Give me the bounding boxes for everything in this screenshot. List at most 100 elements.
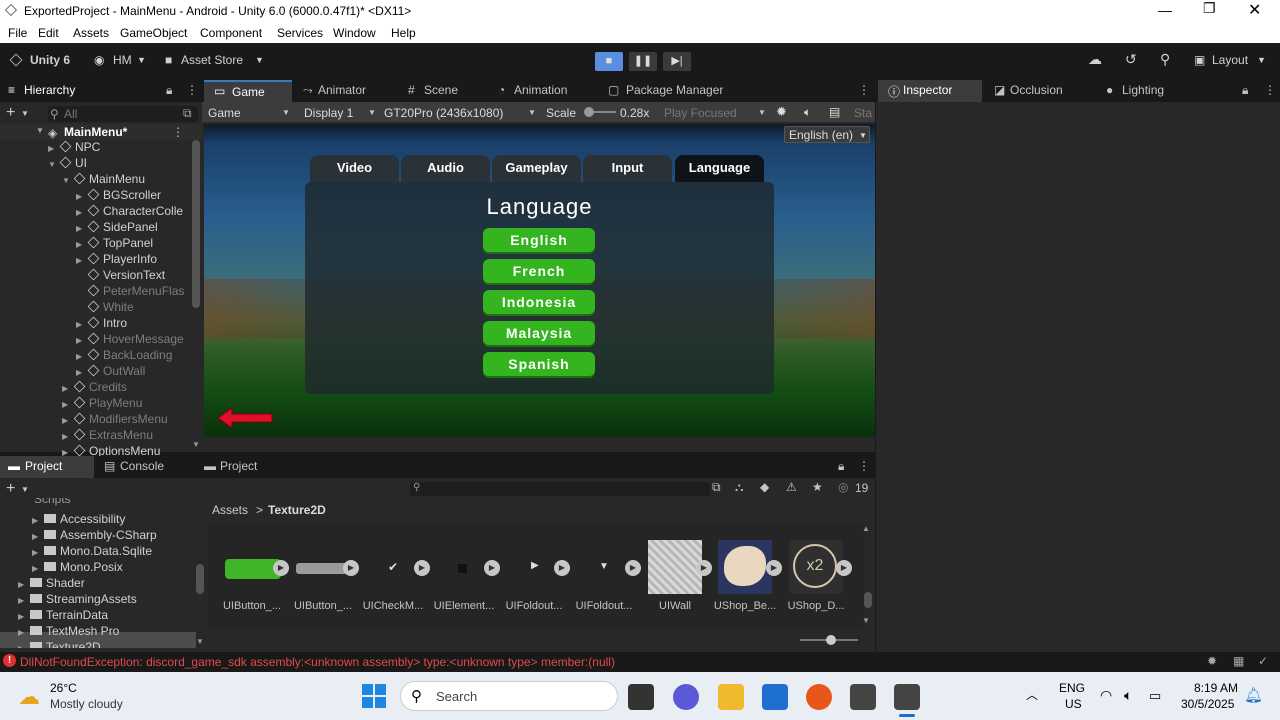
asset-scrollbar[interactable] [864, 592, 872, 608]
hierarchy-scrollbar[interactable] [192, 140, 200, 308]
tab-inspector[interactable]: ⓘ Inspector [878, 80, 982, 102]
add-icon[interactable]: + [6, 104, 15, 122]
pause-button[interactable]: ❚❚ [629, 52, 657, 71]
project-tree-row[interactable]: ▶ Texture2D [18, 640, 101, 648]
cloud-icon[interactable]: ☁ [1088, 51, 1102, 68]
hierarchy-row[interactable]: VersionText [76, 268, 165, 284]
tree-scrollbar[interactable] [196, 564, 204, 594]
clock-time[interactable]: 8:19 AM [1194, 681, 1238, 695]
tab-gameplay[interactable]: Gameplay [492, 155, 581, 182]
file-explorer-icon[interactable] [718, 684, 744, 710]
hierarchy-row[interactable]: ▶ HoverMessage [76, 332, 184, 348]
lock-icon[interactable]: 🔒︎ [838, 459, 844, 474]
expand-closed-icon[interactable]: ▶ [18, 596, 30, 605]
project-tree-row[interactable]: ▶ TerrainData [18, 608, 108, 624]
hierarchy-row[interactable]: ▶ NPC [48, 140, 100, 156]
expand-closed-icon[interactable]: ▶ [76, 256, 88, 265]
layout-dropdown[interactable]: Layout [1212, 53, 1248, 67]
chevron-down-icon[interactable]: ▼ [21, 109, 29, 118]
tab-language[interactable]: Language [675, 155, 764, 182]
zoom-slider-handle[interactable] [826, 635, 836, 645]
menu-window[interactable]: Window [333, 26, 376, 40]
expand-closed-icon[interactable]: ▶ [76, 224, 88, 233]
project-tree-row[interactable]: ▶ Accessibility [32, 512, 125, 528]
expand-closed-icon[interactable]: ▶ [76, 368, 88, 377]
tab-game[interactable]: ▭ Game [204, 80, 292, 102]
french-button[interactable]: French [483, 259, 595, 283]
tab-console[interactable]: Console [120, 459, 164, 473]
lang-secondary[interactable]: US [1065, 697, 1082, 711]
english-button[interactable]: English [483, 228, 595, 252]
hierarchy-row[interactable]: ▼ MainMenu [62, 172, 145, 188]
history-icon[interactable]: ↺ [1125, 51, 1137, 68]
tab-video[interactable]: Video [310, 155, 399, 182]
firefox-icon[interactable] [806, 684, 832, 710]
tab-animation[interactable]: Animation [514, 83, 567, 97]
start-icon[interactable] [362, 684, 386, 708]
tab-project[interactable]: ▬ Project [0, 456, 94, 478]
malaysia-button[interactable]: Malaysia [483, 321, 595, 345]
search-options-icon[interactable]: ⧉ [712, 480, 721, 495]
hierarchy-row[interactable]: ▶ SidePanel [76, 220, 158, 236]
search-icon[interactable]: ⚲ [1160, 51, 1170, 68]
expand-closed-icon[interactable]: ▶ [62, 416, 74, 425]
hierarchy-row[interactable]: ▶ ModifiersMenu [62, 412, 168, 428]
expand-arrow-icon[interactable]: ▼ [36, 126, 44, 135]
taskbar-search[interactable]: ⚲ Search [400, 681, 618, 711]
expand-closed-icon[interactable]: ▶ [18, 644, 30, 648]
hierarchy-row[interactable]: ▶ BGScroller [76, 188, 161, 204]
stats-button[interactable]: Sta [854, 106, 872, 120]
tab-project-2[interactable]: Project [220, 459, 257, 473]
project-tree-row[interactable]: ▶ Mono.Posix [32, 560, 123, 576]
lang-primary[interactable]: ENG [1059, 681, 1085, 695]
expand-closed-icon[interactable]: ▶ [32, 548, 44, 557]
more-icon[interactable]: ⋮ [1264, 83, 1276, 97]
project-tree-row[interactable]: ▶ Mono.Data.Sqlite [32, 544, 152, 560]
indonesia-button[interactable]: Indonesia [483, 290, 595, 314]
expand-closed-icon[interactable]: ▶ [76, 208, 88, 217]
expand-open-icon[interactable]: ▼ [48, 160, 60, 169]
scroll-up-icon[interactable]: ▲ [862, 524, 870, 533]
scale-slider-handle[interactable] [584, 107, 594, 117]
menu-file[interactable]: File [8, 26, 27, 40]
menu-services[interactable]: Services [277, 26, 323, 40]
play-icon[interactable]: ▶ [484, 560, 500, 576]
scroll-down-icon[interactable]: ▼ [862, 616, 870, 625]
play-icon[interactable]: ▶ [625, 560, 641, 576]
tab-package-manager[interactable]: Package Manager [626, 83, 723, 97]
check-circle-icon[interactable]: ✓ [1258, 654, 1268, 668]
tab-audio[interactable]: Audio [401, 155, 490, 182]
tab-hierarchy[interactable]: Hierarchy [24, 83, 75, 97]
menu-assets[interactable]: Assets [73, 26, 109, 40]
hierarchy-row[interactable]: White [76, 300, 134, 316]
tab-occlusion[interactable]: Occlusion [1010, 83, 1063, 97]
clock-date[interactable]: 30/5/2025 [1181, 697, 1234, 711]
project-tree-row[interactable]: ▶ TextMesh Pro [18, 624, 119, 640]
search-filter-icon[interactable]: ⧉ [183, 106, 192, 121]
menu-help[interactable]: Help [391, 26, 416, 40]
visibility-icon[interactable]: ◎ [838, 480, 848, 494]
more-icon[interactable]: ⋮ [186, 83, 198, 97]
play-icon[interactable]: ▶ [343, 560, 359, 576]
menu-edit[interactable]: Edit [38, 26, 59, 40]
more-icon[interactable]: ⋮ [858, 83, 870, 97]
cache-icon[interactable]: ▦ [1233, 654, 1244, 668]
unity-hub-icon[interactable] [850, 684, 876, 710]
lock-icon[interactable]: 🔒︎ [166, 83, 172, 98]
store-icon[interactable] [762, 684, 788, 710]
expand-closed-icon[interactable]: ▶ [18, 612, 30, 621]
language-dropdown[interactable]: English (en) ▼ [784, 126, 870, 143]
wifi-icon[interactable]: ◠ [1100, 687, 1112, 704]
hierarchy-row[interactable]: ▶ TopPanel [76, 236, 153, 252]
add-icon[interactable]: + [6, 480, 15, 498]
warning-icon[interactable]: ⚠ [786, 480, 797, 494]
play-button[interactable]: ■ [595, 52, 623, 71]
expand-closed-icon[interactable]: ▶ [62, 384, 74, 393]
asset-thumb[interactable] [648, 540, 702, 594]
tab-lighting[interactable]: Lighting [1122, 83, 1164, 97]
project-tree-row[interactable]: ▶ StreamingAssets [18, 592, 137, 608]
debug-icon[interactable]: ✹ [1207, 654, 1217, 668]
expand-closed-icon[interactable]: ▶ [62, 432, 74, 441]
hierarchy-row[interactable]: ▶ Intro [76, 316, 127, 332]
tab-input[interactable]: Input [583, 155, 672, 182]
